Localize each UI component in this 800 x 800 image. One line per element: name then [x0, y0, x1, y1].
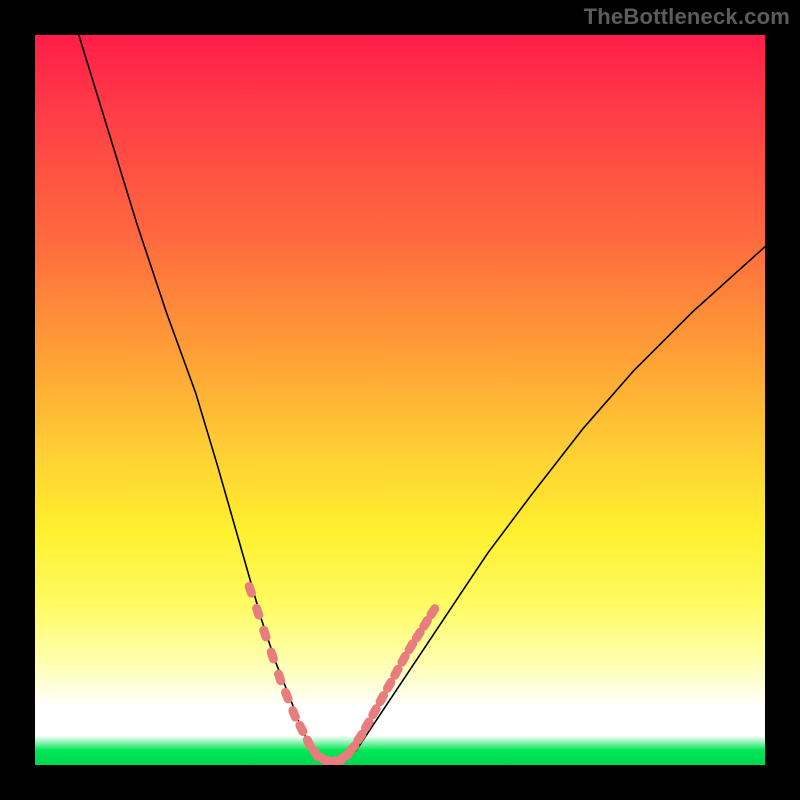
chart-frame: TheBottleneck.com	[0, 0, 800, 800]
curve-marker	[266, 646, 280, 664]
curve-marker	[294, 719, 309, 737]
curve-marker	[258, 625, 272, 643]
plot-area	[35, 35, 765, 765]
curve-layer	[35, 35, 765, 765]
watermark-text: TheBottleneck.com	[584, 4, 790, 30]
curve-marker	[251, 603, 265, 621]
bottleneck-curve	[79, 35, 765, 761]
curve-markers	[244, 581, 441, 765]
